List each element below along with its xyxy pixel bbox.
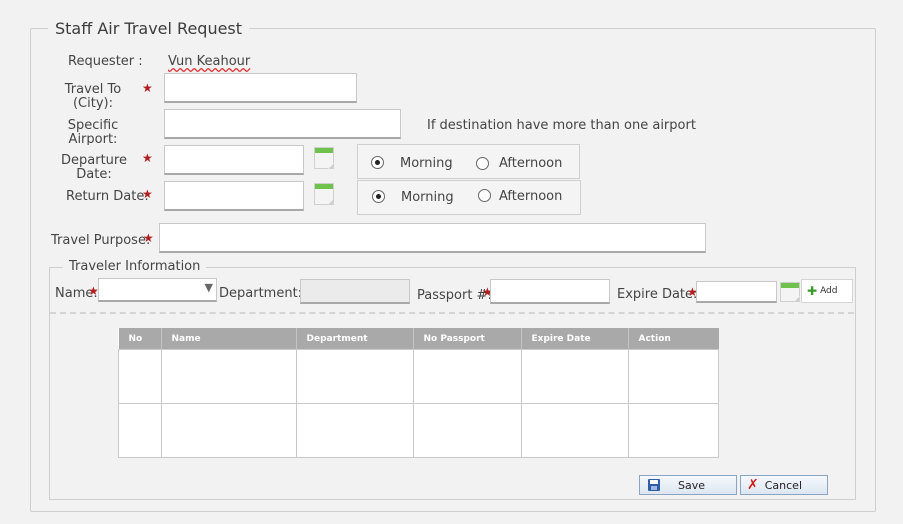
- floppy-disk-icon: [648, 479, 660, 491]
- department-label: Department:: [219, 286, 303, 301]
- table-header-row: No Name Department No Passport Expire Da…: [118, 328, 719, 350]
- cancel-label: Cancel: [764, 478, 802, 492]
- traveler-section-title: Traveler Information: [63, 259, 207, 274]
- departure-afternoon-radio[interactable]: [476, 157, 489, 170]
- return-date-input[interactable]: [164, 181, 304, 211]
- red-x-icon: ✗: [747, 477, 759, 493]
- travel-to-input[interactable]: [164, 73, 357, 103]
- table-cell: [295, 403, 414, 458]
- table-cell: [118, 403, 162, 458]
- departure-morning-label: Morning: [400, 156, 453, 171]
- required-star: ★: [143, 231, 154, 245]
- required-star: ★: [142, 187, 153, 201]
- table-cell: [412, 403, 522, 458]
- return-date-label: Return Date:: [66, 189, 149, 204]
- table-cell: [627, 403, 719, 458]
- expire-date-label: Expire Date:: [617, 287, 698, 302]
- department-input: [300, 279, 410, 304]
- specific-airport-input[interactable]: [164, 109, 401, 139]
- table-cell: [412, 349, 522, 404]
- departure-date-label: Departure Date:: [61, 153, 127, 182]
- required-star: ★: [142, 81, 153, 95]
- return-morning-radio[interactable]: [372, 190, 385, 203]
- column-header: Name: [161, 328, 297, 350]
- name-select[interactable]: ▼: [98, 278, 217, 302]
- expire-date-input[interactable]: [696, 281, 777, 303]
- divider: [50, 312, 854, 314]
- travel-purpose-label: Travel Purpose:: [51, 233, 151, 248]
- requester-value: Vun Keahour: [168, 54, 251, 69]
- travel-purpose-input[interactable]: [159, 223, 706, 253]
- column-header: Department: [296, 328, 414, 350]
- dropdown-arrow-icon[interactable]: ▼: [205, 281, 213, 294]
- add-button[interactable]: ✚ Add: [801, 279, 853, 303]
- table-cell: [627, 349, 719, 404]
- traveler-table: No Name Department No Passport Expire Da…: [118, 328, 719, 458]
- table-cell: [295, 349, 414, 404]
- save-button[interactable]: Save: [639, 475, 737, 495]
- return-afternoon-radio[interactable]: [478, 189, 491, 202]
- table-cell: [118, 349, 162, 404]
- column-header: No Passport: [413, 328, 522, 350]
- table-cell: [160, 349, 297, 404]
- table-row: [118, 403, 719, 458]
- return-afternoon-label: Afternoon: [499, 189, 563, 204]
- airport-hint: If destination have more than one airpor…: [427, 118, 696, 133]
- add-label: Add: [820, 286, 838, 296]
- table-cell: [160, 403, 297, 458]
- calendar-icon[interactable]: [314, 183, 334, 205]
- save-label: Save: [678, 478, 706, 492]
- column-header: Action: [628, 328, 719, 350]
- plus-icon: ✚: [807, 284, 818, 298]
- table-cell: [520, 349, 629, 404]
- column-header: Expire Date: [521, 328, 629, 350]
- specific-airport-label: Specific Airport:: [67, 119, 119, 145]
- departure-date-input[interactable]: [164, 145, 304, 175]
- passport-input[interactable]: [490, 279, 610, 304]
- travel-to-label: Travel To (City):: [64, 82, 122, 111]
- table-cell: [520, 403, 629, 458]
- table-row: [118, 349, 719, 404]
- column-header: No: [118, 328, 162, 350]
- departure-afternoon-label: Afternoon: [499, 156, 563, 171]
- required-star: ★: [142, 151, 153, 165]
- departure-morning-radio[interactable]: [371, 156, 384, 169]
- cancel-button[interactable]: ✗ Cancel: [740, 475, 828, 495]
- calendar-icon[interactable]: [780, 282, 800, 302]
- form-title: Staff Air Travel Request: [48, 19, 250, 38]
- return-morning-label: Morning: [401, 190, 454, 205]
- passport-label: Passport #:: [417, 288, 492, 303]
- requester-label: Requester :: [68, 54, 143, 69]
- calendar-icon[interactable]: [314, 147, 334, 169]
